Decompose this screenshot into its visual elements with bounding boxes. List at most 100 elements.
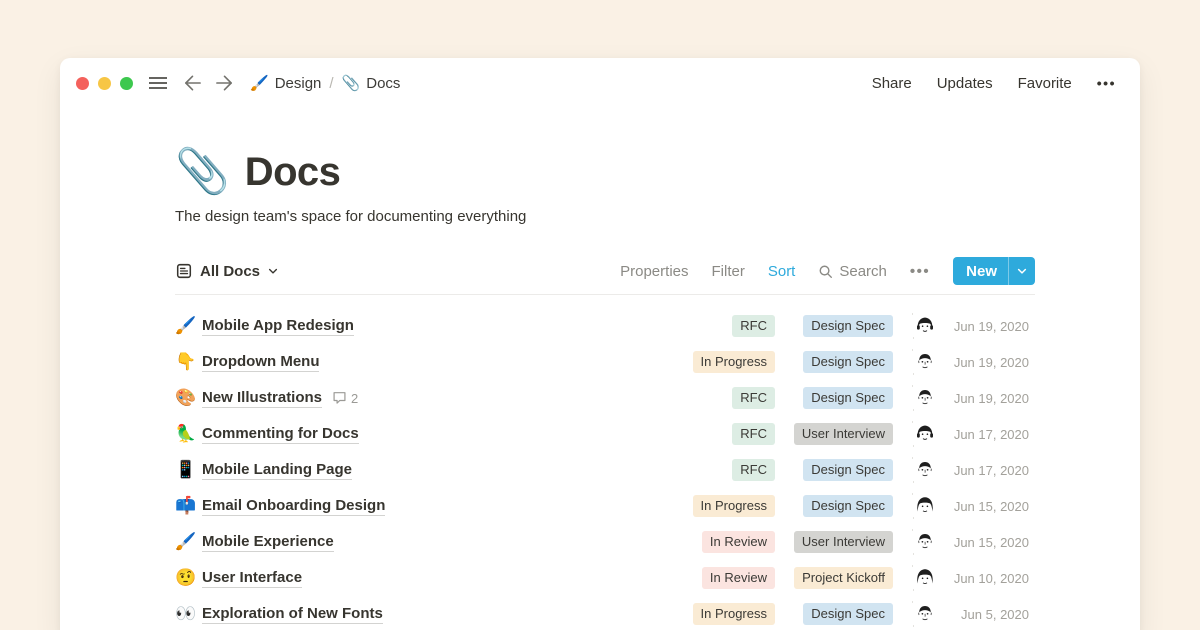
avatar-face-icon [913, 602, 937, 626]
doc-emoji-icon: 🖌️ [175, 316, 202, 336]
window-more-button[interactable]: ••• [1097, 75, 1116, 91]
breadcrumb-item-docs[interactable]: 📎 Docs [342, 74, 401, 92]
edited-date: Jun 15, 2020 [951, 535, 1035, 550]
edited-date: Jun 17, 2020 [951, 427, 1035, 442]
type-tag[interactable]: User Interview [794, 423, 893, 445]
status-tag[interactable]: RFC [732, 459, 775, 481]
page-content: 📎 Docs The design team's space for docum… [60, 140, 1035, 630]
table-row[interactable]: 🤨 User Interface In Review Project Kicko… [175, 560, 1035, 596]
doc-title[interactable]: Mobile Experience [202, 533, 334, 552]
doc-emoji-icon: 📱 [175, 460, 202, 480]
doc-emoji-icon: 👀 [175, 604, 202, 624]
table-row[interactable]: 📫 Email Onboarding Design In Progress De… [175, 488, 1035, 524]
avatar-face-icon [913, 494, 937, 518]
doc-title[interactable]: Email Onboarding Design [202, 497, 385, 516]
search-button[interactable]: Search [818, 263, 887, 280]
favorite-button[interactable]: Favorite [1018, 75, 1072, 92]
doc-emoji-icon: 🖌️ [175, 532, 202, 552]
avatar [913, 314, 937, 338]
doc-title[interactable]: Mobile Landing Page [202, 461, 352, 480]
doc-title[interactable]: Commenting for Docs [202, 425, 359, 444]
type-tag[interactable]: Project Kickoff [794, 567, 893, 589]
sidebar-menu-icon[interactable] [148, 75, 168, 91]
avatar-face-icon [913, 458, 937, 482]
zoom-window-button[interactable] [120, 77, 133, 90]
type-tag[interactable]: Design Spec [803, 459, 893, 481]
status-tag[interactable]: RFC [732, 387, 775, 409]
avatar-face-icon [913, 350, 937, 374]
avatar [913, 386, 937, 410]
table-row[interactable]: 🎨 New Illustrations 2 RFC Design Spec Ju… [175, 380, 1035, 416]
page-paperclip-icon[interactable]: 📎 [175, 150, 230, 194]
status-tag[interactable]: In Progress [693, 351, 775, 373]
doc-title[interactable]: Dropdown Menu [202, 353, 319, 372]
status-tag[interactable]: In Review [702, 531, 775, 553]
avatar [913, 602, 937, 626]
breadcrumb-label: Docs [366, 75, 400, 92]
properties-button[interactable]: Properties [620, 263, 688, 280]
doc-title[interactable]: New Illustrations [202, 389, 322, 408]
doc-title[interactable]: User Interface [202, 569, 302, 588]
doc-title[interactable]: Mobile App Redesign [202, 317, 354, 336]
doc-emoji-icon: 🎨 [175, 388, 202, 408]
table-row[interactable]: 👀 Exploration of New Fonts In Progress D… [175, 596, 1035, 630]
status-tag[interactable]: In Progress [693, 495, 775, 517]
search-icon [818, 264, 833, 279]
avatar [913, 350, 937, 374]
avatar-face-icon [913, 386, 937, 410]
doc-emoji-icon: 🤨 [175, 568, 202, 588]
page-title[interactable]: Docs [245, 150, 340, 194]
table-row[interactable]: 🦜 Commenting for Docs RFC User Interview… [175, 416, 1035, 452]
type-tag[interactable]: Design Spec [803, 315, 893, 337]
avatar [913, 566, 937, 590]
new-button-group: New [953, 257, 1035, 285]
app-window: 🖌️ Design / 📎 Docs Share Updates Favorit… [60, 58, 1140, 630]
paintbrush-icon: 🖌️ [250, 74, 269, 92]
forward-arrow-icon[interactable] [215, 74, 234, 92]
edited-date: Jun 19, 2020 [951, 355, 1035, 370]
new-button[interactable]: New [953, 257, 1008, 285]
table-row[interactable]: 🖌️ Mobile App Redesign RFC Design Spec J… [175, 308, 1035, 344]
edited-date: Jun 17, 2020 [951, 463, 1035, 478]
share-button[interactable]: Share [872, 75, 912, 92]
type-tag[interactable]: Design Spec [803, 387, 893, 409]
status-tag[interactable]: RFC [732, 315, 775, 337]
type-tag[interactable]: Design Spec [803, 351, 893, 373]
type-tag[interactable]: Design Spec [803, 495, 893, 517]
traffic-lights [76, 77, 133, 90]
table-row[interactable]: 📱 Mobile Landing Page RFC Design Spec Ju… [175, 452, 1035, 488]
chevron-down-icon [267, 265, 279, 277]
type-tag[interactable]: Design Spec [803, 603, 893, 625]
view-switcher[interactable]: All Docs [175, 262, 279, 280]
close-window-button[interactable] [76, 77, 89, 90]
breadcrumb: 🖌️ Design / 📎 Docs [250, 74, 400, 92]
list-view-icon [175, 262, 193, 280]
sort-button[interactable]: Sort [768, 263, 796, 280]
back-arrow-icon[interactable] [183, 74, 202, 92]
new-button-caret[interactable] [1009, 257, 1035, 285]
status-tag[interactable]: In Review [702, 567, 775, 589]
minimize-window-button[interactable] [98, 77, 111, 90]
updates-button[interactable]: Updates [937, 75, 993, 92]
view-toolbar: All Docs Properties Filter Sort Search •… [175, 257, 1035, 295]
avatar-face-icon [913, 314, 937, 338]
type-tag[interactable]: User Interview [794, 531, 893, 553]
filter-button[interactable]: Filter [712, 263, 745, 280]
comment-count-value: 2 [351, 391, 358, 406]
chevron-down-icon [1016, 265, 1028, 277]
doc-emoji-icon: 👇 [175, 352, 202, 372]
doc-emoji-icon: 📫 [175, 496, 202, 516]
comment-count[interactable]: 2 [332, 391, 358, 406]
status-tag[interactable]: In Progress [693, 603, 775, 625]
page-subtitle[interactable]: The design team's space for documenting … [175, 208, 1035, 225]
search-label: Search [839, 263, 887, 280]
doc-emoji-icon: 🦜 [175, 424, 202, 444]
avatar [913, 494, 937, 518]
view-more-button[interactable]: ••• [910, 263, 930, 280]
breadcrumb-item-design[interactable]: 🖌️ Design [250, 74, 321, 92]
doc-title[interactable]: Exploration of New Fonts [202, 605, 383, 624]
status-tag[interactable]: RFC [732, 423, 775, 445]
table-row[interactable]: 👇 Dropdown Menu In Progress Design Spec … [175, 344, 1035, 380]
table-row[interactable]: 🖌️ Mobile Experience In Review User Inte… [175, 524, 1035, 560]
avatar-face-icon [913, 530, 937, 554]
